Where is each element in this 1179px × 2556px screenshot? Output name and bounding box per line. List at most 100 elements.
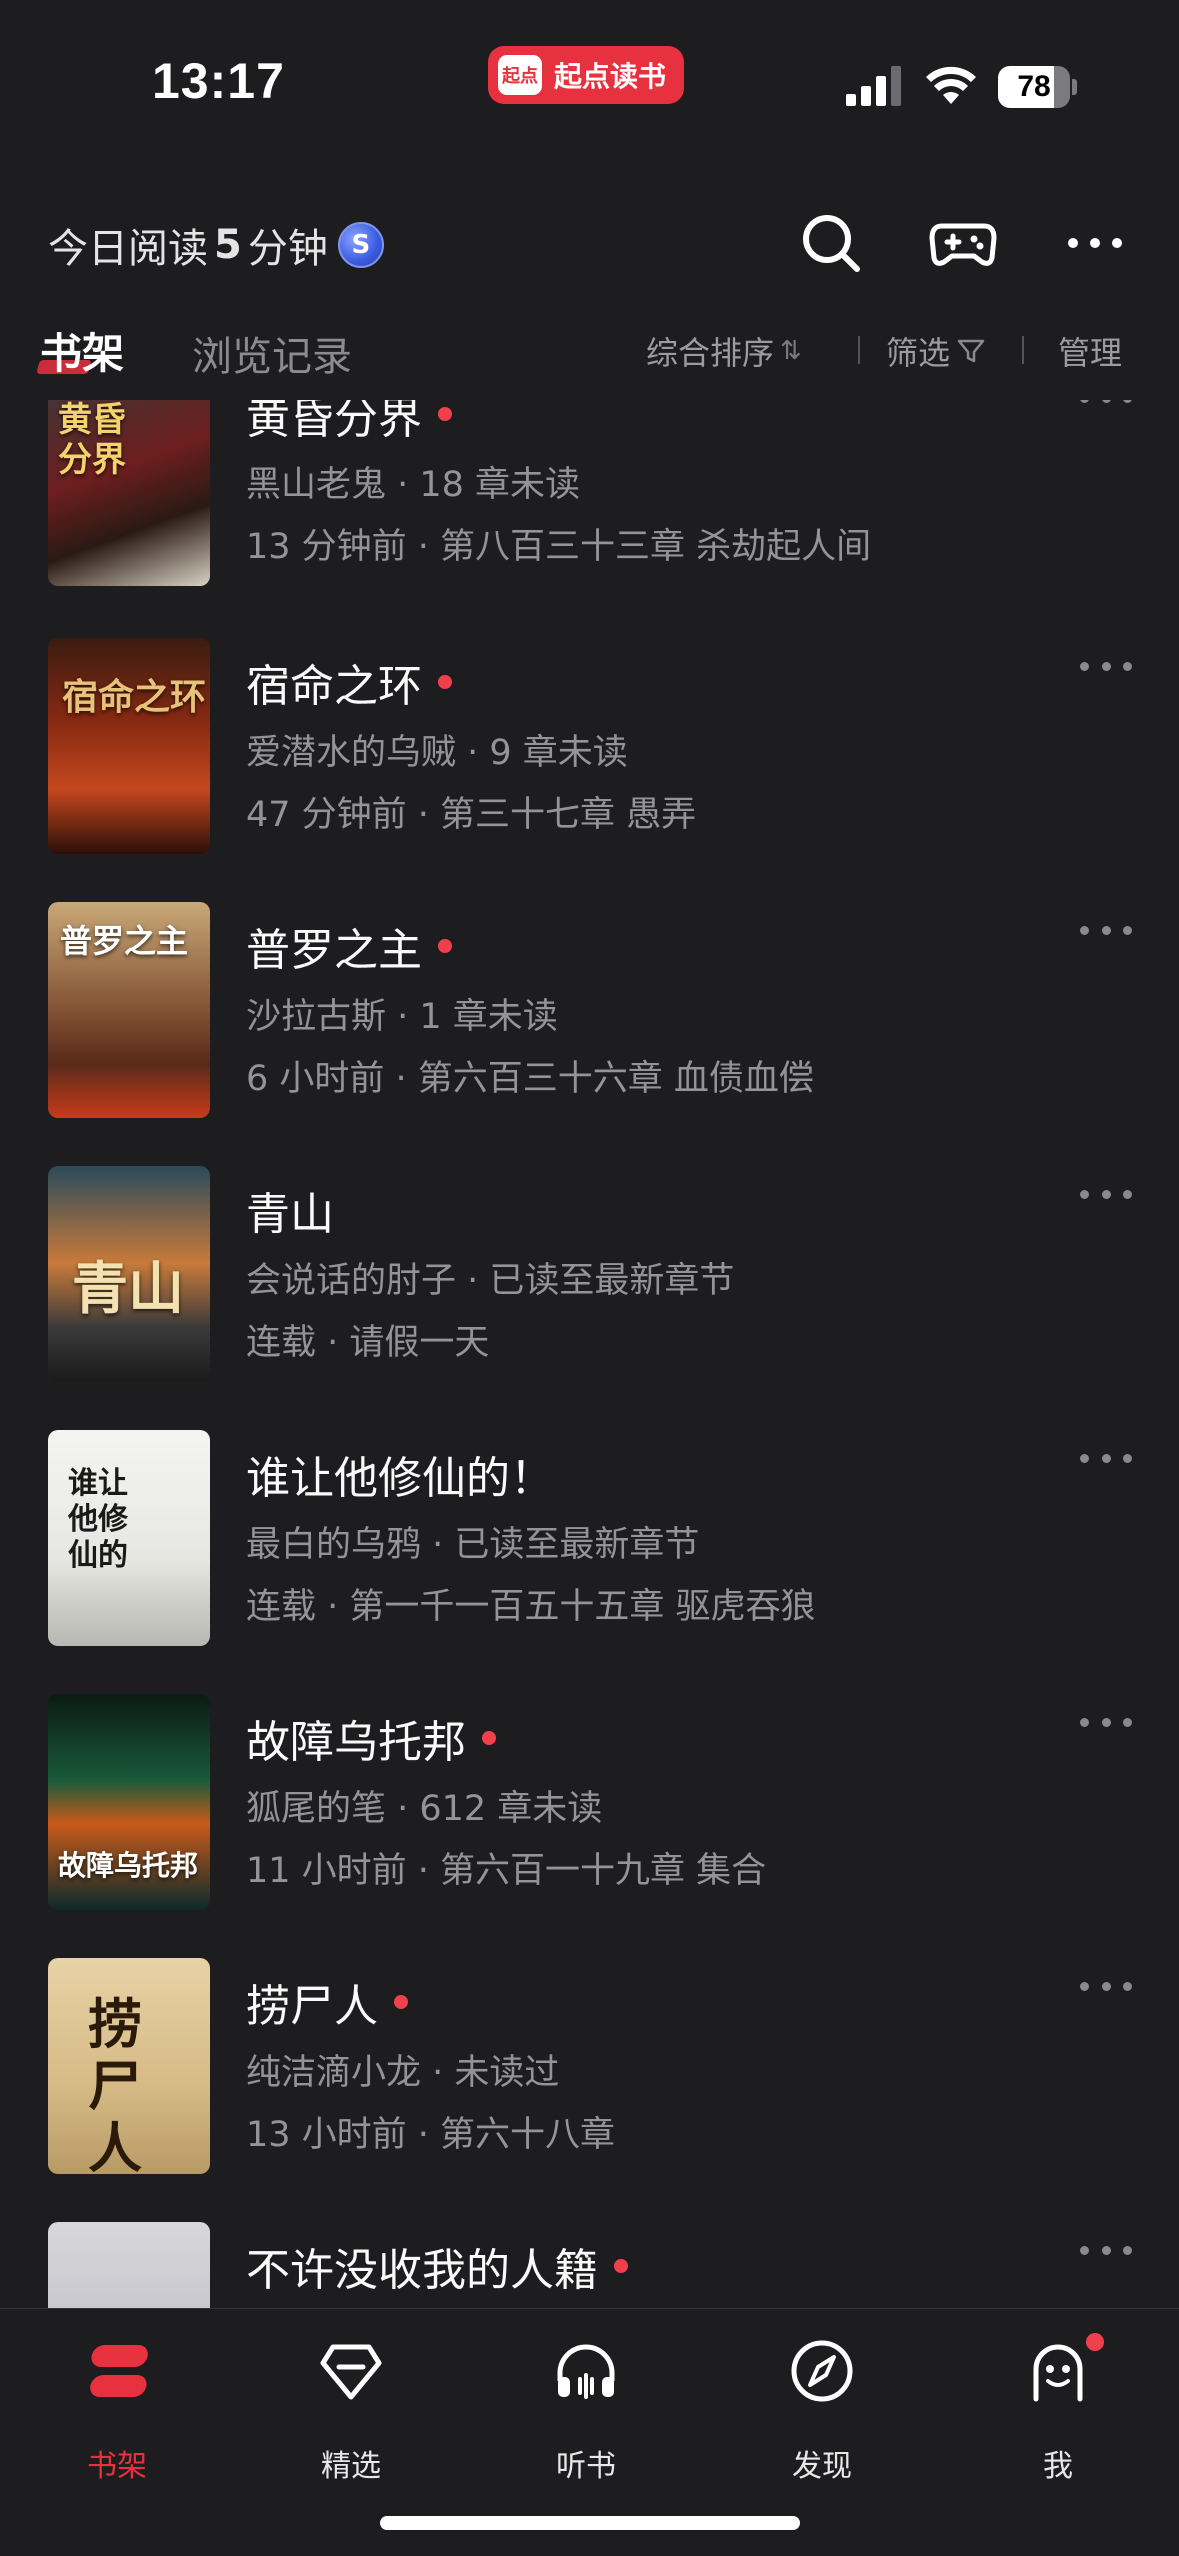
book-last-read: 连载 · 第一千一百五十五章 驱虎吞狼: [246, 1587, 816, 1627]
book-author-status: 爱潜水的乌贼 · 9 章未读: [246, 733, 628, 773]
update-dot: [438, 939, 452, 953]
book-last-read: 47 分钟前 · 第三十七章 愚弄: [246, 795, 697, 835]
wifi-icon: [926, 66, 976, 104]
book-title[interactable]: 故障乌托邦: [246, 1706, 496, 1770]
cover-text: 黄昏分界: [58, 400, 126, 480]
cover-text: 故障乌托邦: [58, 1849, 199, 1882]
book-more-icon[interactable]: [1080, 662, 1132, 676]
shelf-tabs: 书架 浏览记录 综合排序 ⇅ 筛选 管理: [0, 310, 1179, 390]
book-cover[interactable]: 谁让他修仙的: [48, 1430, 210, 1646]
book-more-icon[interactable]: [1080, 2246, 1132, 2260]
bookshelf-icon: [90, 2345, 148, 2397]
battery-level: 78: [1017, 70, 1051, 103]
update-dot: [614, 2259, 628, 2273]
tab-label: 精选: [321, 2449, 381, 2484]
book-cover[interactable]: [48, 2222, 210, 2308]
app-indicator-pill[interactable]: 起点 起点读书: [488, 46, 684, 104]
book-author-status: 狐尾的笔 · 612 章未读: [246, 1789, 603, 1829]
cover-text: 谁让他修仙的: [68, 1466, 128, 1573]
book-author-status: 会说话的肘子 · 已读至最新章节: [246, 1261, 735, 1301]
today-reading-time[interactable]: 今日阅读 5 分钟 S: [48, 216, 384, 274]
update-dot: [438, 407, 452, 421]
book-more-icon[interactable]: [1080, 926, 1132, 940]
headphones-icon: [557, 2344, 615, 2399]
coin-icon[interactable]: S: [337, 222, 384, 268]
book-more-icon[interactable]: [1080, 400, 1132, 408]
filter-button[interactable]: 筛选: [886, 328, 986, 374]
gamepad-icon[interactable]: [928, 208, 998, 278]
book-cover[interactable]: 故障乌托邦: [48, 1694, 210, 1910]
book-cover[interactable]: 普罗之主: [48, 902, 210, 1118]
book-title[interactable]: 不许没收我的人籍: [246, 2234, 628, 2298]
tab-label: 书架: [87, 2449, 147, 2484]
profile-icon: [1033, 2344, 1083, 2402]
book-title[interactable]: 捞尸人: [246, 1970, 408, 2034]
book-title[interactable]: 谁让他修仙的！: [246, 1442, 554, 1506]
update-dot: [482, 1731, 496, 1745]
book-item[interactable]: 谁让他修仙的 谁让他修仙的！ 最白的乌鸦 · 已读至最新章节 连载 · 第一千一…: [0, 1430, 1179, 1694]
sort-button[interactable]: 综合排序 ⇅: [646, 328, 802, 374]
tab-discover-nav[interactable]: 发现: [762, 2329, 882, 2484]
tab-audiobook-nav[interactable]: 听书: [526, 2329, 646, 2484]
header: 今日阅读 5 分钟 S: [0, 190, 1179, 300]
sort-label: 综合排序: [646, 334, 775, 372]
update-dot: [438, 675, 452, 689]
book-cover[interactable]: 黄昏分界: [48, 400, 210, 586]
book-cover[interactable]: 捞尸人: [48, 1958, 210, 2174]
more-options-icon[interactable]: [1060, 208, 1130, 278]
book-author-status: 纯洁滴小龙 · 未读过: [246, 2053, 560, 2093]
book-last-read: 11 小时前 · 第六百一十九章 集合: [246, 1851, 767, 1891]
book-more-icon[interactable]: [1080, 1982, 1132, 1996]
reading-unit: 分钟: [247, 226, 328, 272]
book-author-status: 沙拉古斯 · 1 章未读: [246, 997, 558, 1037]
manage-button[interactable]: 管理: [1058, 328, 1122, 374]
update-dot: [394, 1995, 408, 2009]
book-item[interactable]: 故障乌托邦 故障乌托邦 狐尾的笔 · 612 章未读 11 小时前 · 第六百一…: [0, 1694, 1179, 1958]
book-item[interactable]: 不许没收我的人籍: [0, 2222, 1179, 2308]
sort-icon: ⇅: [780, 336, 802, 366]
battery-indicator: 78: [998, 66, 1078, 108]
book-last-read: 6 小时前 · 第六百三十六章 血债血偿: [246, 1059, 814, 1099]
book-title[interactable]: 普罗之主: [246, 914, 452, 978]
book-more-icon[interactable]: [1080, 1190, 1132, 1204]
divider: [1022, 336, 1024, 364]
book-title[interactable]: 宿命之环: [246, 650, 452, 714]
book-title[interactable]: 黄昏分界: [246, 400, 452, 446]
reading-value: 5: [214, 222, 242, 268]
divider: [858, 336, 860, 364]
search-icon[interactable]: [796, 208, 866, 278]
tab-label: 发现: [792, 2449, 852, 2484]
cover-text: 捞尸人: [88, 1993, 142, 2175]
home-indicator[interactable]: [380, 2516, 800, 2530]
tab-featured-nav[interactable]: 精选: [291, 2329, 411, 2484]
diamond-icon: [320, 2344, 382, 2400]
book-last-read: 13 分钟前 · 第八百三十三章 杀劫起人间: [246, 527, 872, 567]
book-title[interactable]: 青山: [246, 1178, 334, 1242]
book-item[interactable]: 普罗之主 普罗之主 沙拉古斯 · 1 章未读 6 小时前 · 第六百三十六章 血…: [0, 902, 1179, 1166]
book-more-icon[interactable]: [1080, 1718, 1132, 1732]
filter-label: 筛选: [886, 334, 951, 372]
app-logo-icon: 起点: [498, 55, 542, 95]
tab-profile-nav[interactable]: 我: [998, 2329, 1118, 2484]
tab-label: 我: [1043, 2449, 1073, 2484]
book-list[interactable]: 黄昏分界 黄昏分界 黑山老鬼 · 18 章未读 13 分钟前 · 第八百三十三章…: [0, 400, 1179, 2308]
book-item[interactable]: 捞尸人 捞尸人 纯洁滴小龙 · 未读过 13 小时前 · 第六十八章: [0, 1958, 1179, 2222]
book-cover[interactable]: 宿命之环: [48, 638, 210, 854]
book-more-icon[interactable]: [1080, 1454, 1132, 1468]
book-item[interactable]: 黄昏分界 黄昏分界 黑山老鬼 · 18 章未读 13 分钟前 · 第八百三十三章…: [0, 400, 1179, 634]
tab-history[interactable]: 浏览记录: [192, 324, 352, 382]
app-name: 起点读书: [554, 60, 667, 93]
book-item[interactable]: 宿命之环 宿命之环 爱潜水的乌贼 · 9 章未读 47 分钟前 · 第三十七章 …: [0, 638, 1179, 902]
book-cover[interactable]: 青山: [48, 1166, 210, 1382]
tab-label: 听书: [556, 2449, 616, 2484]
tab-bookshelf-nav[interactable]: 书架: [57, 2329, 177, 2484]
book-last-read: 13 小时前 · 第六十八章: [246, 2115, 616, 2155]
book-author-status: 黑山老鬼 · 18 章未读: [246, 465, 581, 505]
tab-bookshelf[interactable]: 书架: [40, 320, 124, 381]
cover-text: 青山: [72, 1257, 184, 1322]
book-item[interactable]: 青山 青山 会说话的肘子 · 已读至最新章节 连载 · 请假一天: [0, 1166, 1179, 1430]
status-bar: 13:17 起点 起点读书 78: [0, 0, 1179, 150]
book-last-read: 连载 · 请假一天: [246, 1323, 490, 1363]
notification-dot: [1086, 2333, 1104, 2351]
reading-prefix: 今日阅读: [48, 226, 208, 272]
